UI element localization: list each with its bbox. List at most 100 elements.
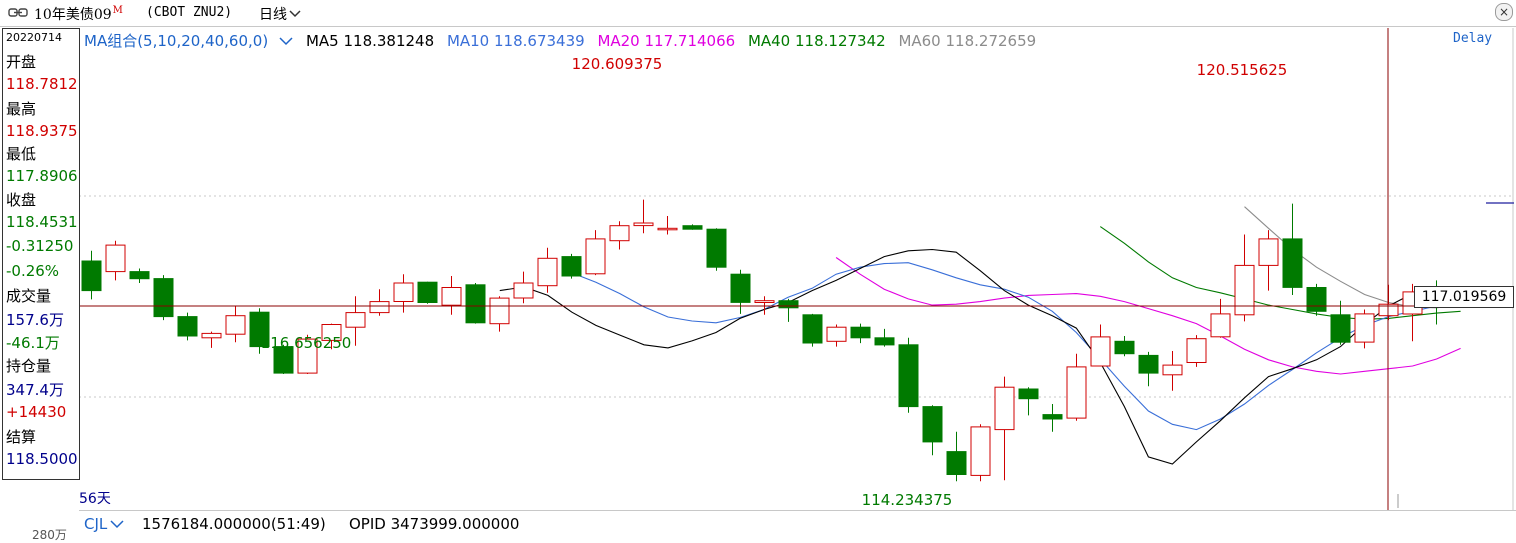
candle-body [585,238,606,275]
ma10-value: MA10 118.673439 [446,32,585,50]
volume-axis-label: 280万 [32,528,67,542]
candle-body [1330,314,1351,343]
candle-body [609,225,630,242]
candle [1234,234,1255,322]
candle-body [129,271,150,280]
indicator-selector[interactable]: CJL [84,515,124,533]
candle [177,312,198,341]
candle-body [1282,238,1303,288]
candle [1330,300,1351,345]
candle [778,298,799,322]
candle-body [898,344,919,408]
chevron-down-icon [279,37,293,46]
candle [994,376,1015,481]
candle-body [1210,313,1231,338]
chevron-down-icon [110,520,124,529]
candle-body [1258,238,1279,266]
candle [1210,298,1231,338]
candle-body [1306,287,1327,312]
candle [225,306,246,343]
candle [706,228,727,271]
low-label: 最低 [6,145,37,163]
peak-label-2: 120.515625 [1196,61,1288,79]
candle-body [201,332,222,339]
candle [682,224,703,230]
candle-body [826,326,847,342]
candle-body [537,257,558,287]
volume-value: 157.6万 [6,311,64,329]
candle [81,250,102,300]
candle [1306,283,1327,316]
volume-readout: 1576184.000000(51:49) [142,515,326,533]
candle-body [1138,354,1159,374]
high-label: 最高 [6,100,37,118]
candle-body [633,222,654,227]
high-value: 118.9375 [6,122,78,140]
candle-body [393,282,414,302]
candle-body [1354,313,1375,343]
candle-body [754,300,775,304]
trough-label-1: 116.656250 [260,334,352,352]
candle-body [177,316,198,337]
candle-body [730,273,751,303]
candle [730,269,751,314]
open-interest-value: 347.4万 [6,381,64,399]
quote-date: 20220714 [6,31,62,44]
candle [201,331,222,348]
candle [441,276,462,315]
candle-body [1018,388,1039,400]
candle [633,199,654,234]
candle [1258,230,1279,291]
candle [1042,404,1063,432]
candle [153,275,174,321]
candle-body [345,312,366,328]
candle-body [153,278,174,318]
candle-body [1090,336,1111,367]
candle-body [441,287,462,306]
candle-body [561,256,582,277]
candle [369,289,390,316]
candle [946,431,967,482]
price-chart[interactable] [0,0,1516,538]
candle-body [489,297,510,325]
open-interest-change: +14430 [6,403,67,421]
candle-body [465,284,486,324]
candle-body [706,228,727,268]
candle-body [369,301,390,314]
change-percent: -0.26% [6,262,60,280]
candle [1282,203,1303,295]
candle [513,271,534,304]
candle [970,424,991,482]
candle [1162,351,1183,391]
candle-body [922,406,943,443]
candle-body [1066,366,1087,419]
settle-value: 118.5000 [6,450,78,468]
candle-body [417,281,438,304]
candle [105,240,126,281]
volume-change: -46.1万 [6,334,60,352]
change-value: -0.31250 [6,237,74,255]
open-label: 开盘 [6,53,37,71]
close-value: 118.4531 [6,213,78,231]
candle [850,323,871,344]
delay-indicator: Delay [1453,31,1493,46]
ma-group-selector[interactable]: MA组合(5,10,20,40,60,0) [84,32,293,50]
candle-body [970,426,991,476]
candle-body [778,300,799,309]
candle [1090,324,1111,367]
low-value: 117.8906 [6,167,78,185]
candle-body [850,326,871,339]
open-value: 118.7812 [6,75,78,93]
candle [489,296,510,332]
candle [585,230,606,276]
trough-label-2: 114.234375 [861,491,953,509]
candle-body [946,451,967,476]
candle [826,324,847,347]
candle [417,281,438,304]
candle [922,405,943,456]
candle-body [513,282,534,299]
candle [1138,351,1159,387]
candle [129,268,150,283]
quote-info-panel: 20220714 开盘 118.7812 最高 118.9375 最低 117.… [2,28,80,480]
days-count: 56天 [79,491,111,507]
